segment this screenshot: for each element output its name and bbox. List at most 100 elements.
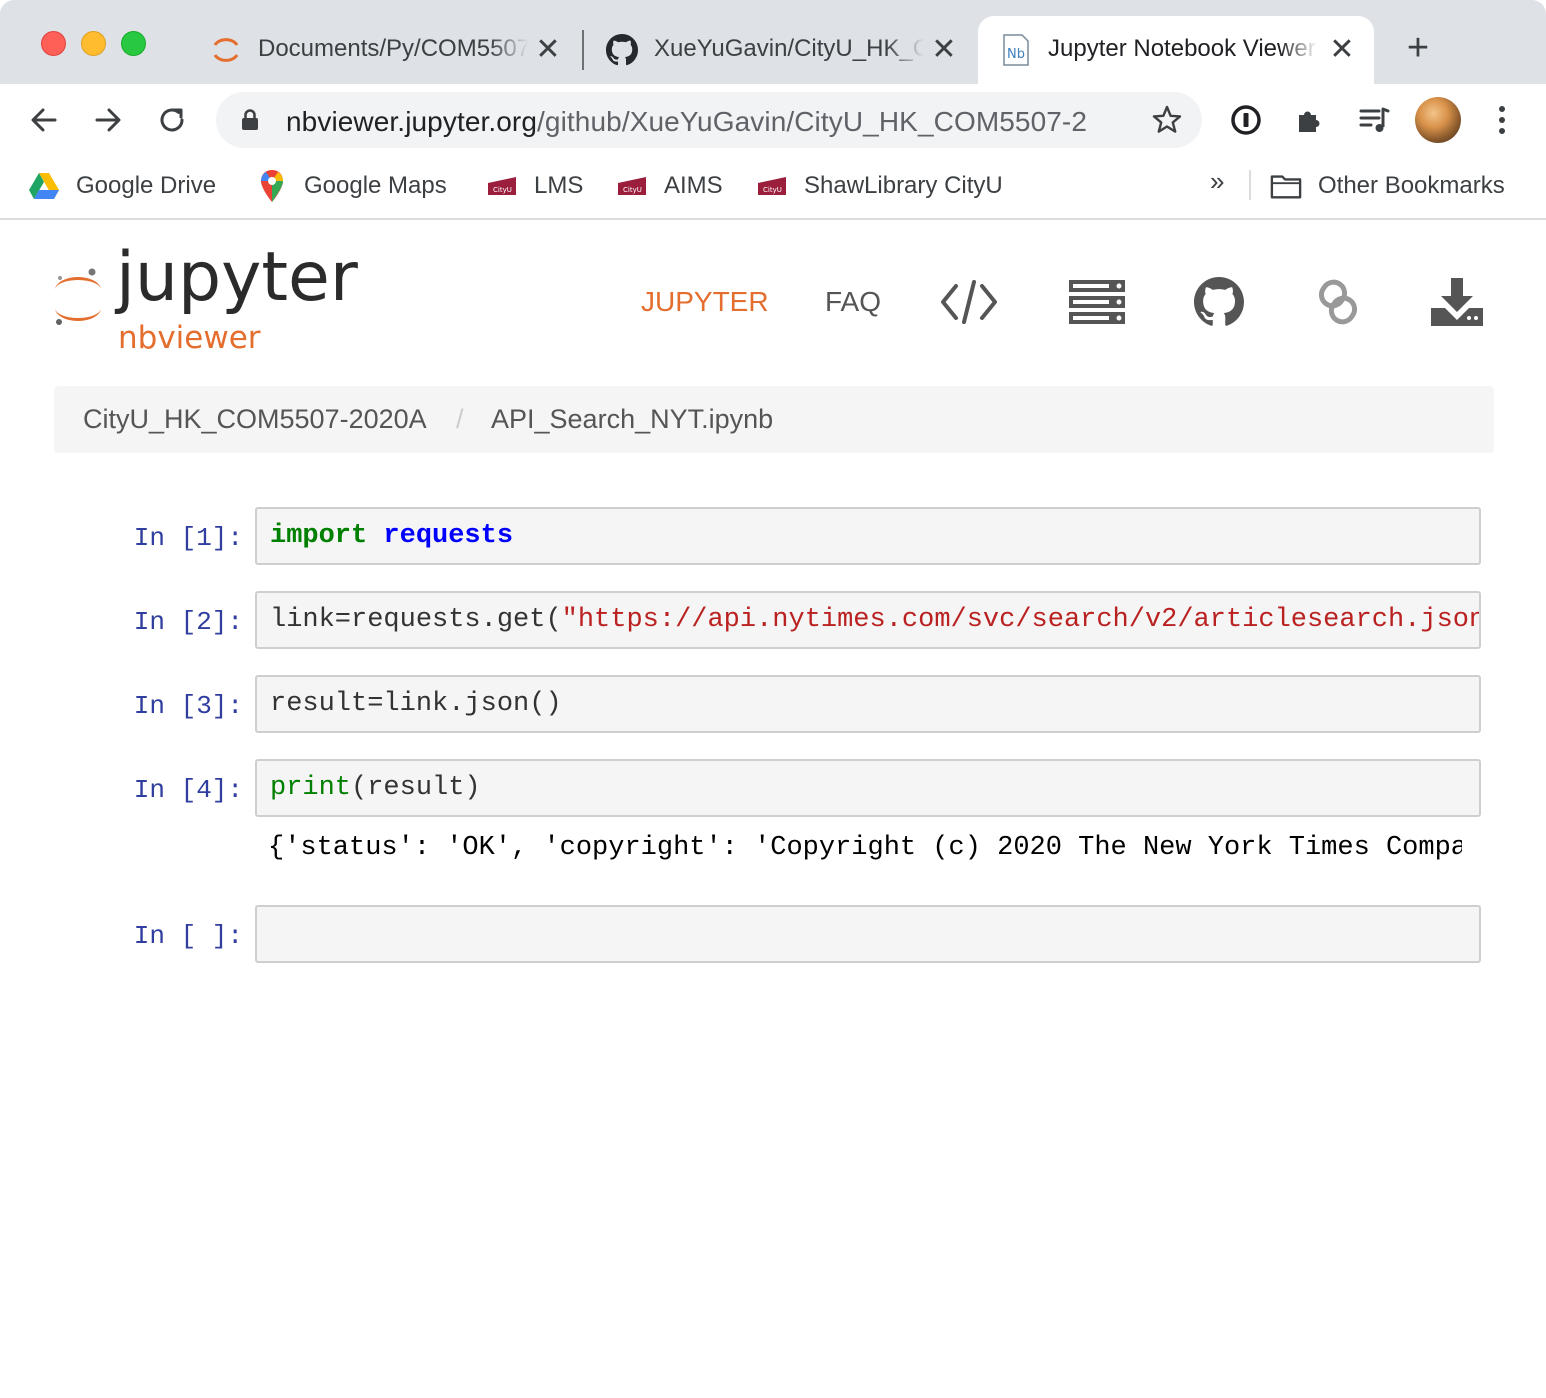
code-cell-input: import requests	[255, 507, 1481, 565]
address-bar[interactable]: nbviewer.jupyter.org/github/XueYuGavin/C…	[216, 92, 1202, 148]
folder-icon	[1270, 170, 1302, 202]
minimize-window-button[interactable]	[81, 31, 106, 56]
tab-github-repo[interactable]: XueYuGavin/CityU_HK_COM5507-2020A ✕	[584, 16, 976, 84]
code-keyword: import	[270, 521, 368, 551]
code-text: result=link.json()	[270, 689, 562, 719]
bookmark-shaw-library[interactable]: CityU ShawLibrary CityU	[756, 168, 1003, 204]
google-maps-icon	[256, 170, 288, 202]
code-cell-input: link=requests.get("https://api.nytimes.c…	[255, 591, 1481, 649]
arrow-left-icon	[31, 108, 57, 132]
tab-nbviewer[interactable]: Nb Jupyter Notebook Viewer ✕	[978, 16, 1374, 84]
code-module: requests	[383, 521, 514, 551]
svg-text:Nb: Nb	[1007, 47, 1025, 62]
tab-title: Documents/Py/COM5507	[258, 35, 528, 62]
bookmarks-bar: Google Drive Google Maps CityU LMS CityU…	[0, 156, 1546, 220]
close-tab-icon[interactable]: ✕	[1324, 32, 1360, 68]
other-bookmarks-folder[interactable]: Other Bookmarks	[1270, 168, 1505, 204]
close-window-button[interactable]	[41, 31, 66, 56]
bookmark-google-drive[interactable]: Google Drive	[28, 168, 216, 204]
tab-strip: Documents/Py/COM5507 ✕ XueYuGavin/CityU_…	[0, 0, 1546, 84]
view-source-button[interactable]	[937, 272, 1001, 332]
bookmark-label: Google Drive	[76, 172, 217, 199]
cell-prompt: In [3]:	[133, 691, 243, 721]
bookmarks-overflow-chevron-icon[interactable]: »	[1210, 166, 1224, 197]
url-host: nbviewer.jupyter.org	[286, 106, 538, 137]
nbviewer-logo[interactable]: jupyter nbviewer	[50, 238, 390, 358]
tab-title: XueYuGavin/CityU_HK_COM5507-2020A	[654, 35, 924, 62]
link-icon	[1318, 279, 1358, 325]
cityu-icon: CityU	[756, 170, 788, 202]
bookmark-label: Other Bookmarks	[1318, 172, 1505, 199]
breadcrumb-repo-link[interactable]: CityU_HK_COM5507-2020A	[83, 404, 427, 435]
star-icon[interactable]	[1150, 103, 1184, 137]
code-text: import requests	[270, 521, 513, 551]
arrow-right-icon	[95, 108, 121, 132]
puzzle-icon	[1299, 111, 1320, 132]
view-on-github-button[interactable]	[1187, 272, 1251, 332]
extensions-button[interactable]	[1288, 98, 1332, 142]
zoom-window-button[interactable]	[121, 31, 146, 56]
tab-title: Jupyter Notebook Viewer	[1048, 35, 1316, 62]
logo-subtitle: nbviewer	[118, 320, 261, 356]
bookmark-label: ShawLibrary CityU	[804, 172, 1003, 199]
cell-prompt: In [2]:	[133, 607, 243, 637]
media-controls-button[interactable]	[1352, 98, 1396, 142]
code-plain: link=requests.get(	[270, 605, 562, 635]
password-manager-button[interactable]	[1224, 98, 1268, 142]
code-plain: (result)	[351, 773, 481, 803]
bookmarks-divider	[1249, 170, 1251, 200]
code-text: link=requests.get("https://api.nytimes.c…	[270, 605, 1481, 635]
close-tab-icon[interactable]: ✕	[926, 32, 962, 68]
url-path: /github/XueYuGavin/CityU_HK_COM5507-2	[537, 106, 1088, 137]
tab-jupyter-documents[interactable]: Documents/Py/COM5507 ✕	[188, 16, 580, 84]
svg-text:CityU: CityU	[763, 186, 782, 194]
code-text: print(result)	[270, 773, 481, 803]
code-cell-input	[255, 905, 1481, 963]
nav-faq-link[interactable]: FAQ	[825, 286, 881, 318]
close-tab-icon[interactable]: ✕	[530, 32, 566, 68]
bookmark-label: Google Maps	[304, 172, 447, 199]
cell-prompt: In [4]:	[133, 775, 243, 805]
cell-prompt: In [ ]:	[133, 921, 243, 951]
more-vertical-icon	[1499, 106, 1505, 134]
share-link-button[interactable]	[1306, 272, 1370, 332]
download-notebook-button[interactable]	[1425, 272, 1489, 332]
execute-on-binder-button[interactable]	[1065, 272, 1129, 332]
download-icon	[1431, 278, 1483, 326]
svg-text:CityU: CityU	[493, 186, 512, 194]
code-string: "https://api.nytimes.com/svc/search/v2/a…	[561, 605, 1481, 635]
nbviewer-icon: Nb	[1000, 34, 1032, 66]
reload-button[interactable]	[150, 98, 194, 142]
breadcrumb-current-file: API_Search_NYT.ipynb	[491, 404, 774, 434]
cityu-icon: CityU	[486, 170, 518, 202]
cell-prompt: In [1]:	[133, 523, 243, 553]
code-cell-input: print(result)	[255, 759, 1481, 817]
code-builtin: print	[270, 773, 352, 803]
back-button[interactable]	[22, 98, 66, 142]
nav-jupyter-link[interactable]: JUPYTER	[641, 286, 769, 318]
google-drive-icon	[28, 170, 60, 202]
chrome-menu-button[interactable]	[1480, 98, 1524, 142]
bookmark-aims[interactable]: CityU AIMS	[616, 168, 723, 204]
breadcrumb-separator: /	[456, 404, 464, 434]
jupyter-icon	[210, 34, 242, 66]
bookmark-google-maps[interactable]: Google Maps	[256, 168, 447, 204]
bookmark-label: LMS	[534, 172, 584, 199]
bookmark-label: AIMS	[664, 172, 723, 199]
playlist-music-icon	[1359, 107, 1390, 132]
breadcrumb: CityU_HK_COM5507-2020A / API_Search_NYT.…	[54, 386, 1494, 453]
forward-button[interactable]	[86, 98, 130, 142]
url-text: nbviewer.jupyter.org/github/XueYuGavin/C…	[286, 106, 1087, 138]
cityu-icon: CityU	[616, 170, 648, 202]
server-list-icon	[1069, 280, 1125, 324]
github-icon	[606, 34, 638, 66]
lock-icon	[242, 109, 258, 130]
bookmark-lms[interactable]: CityU LMS	[486, 168, 583, 204]
svg-text:CityU: CityU	[623, 186, 642, 194]
cell-output: {'status': 'OK', 'copyright': 'Copyright…	[268, 833, 1462, 863]
new-tab-button[interactable]: +	[1398, 28, 1438, 68]
logo-wordmark: jupyter	[116, 238, 358, 317]
profile-avatar[interactable]	[1415, 97, 1461, 143]
reload-icon	[160, 108, 184, 132]
